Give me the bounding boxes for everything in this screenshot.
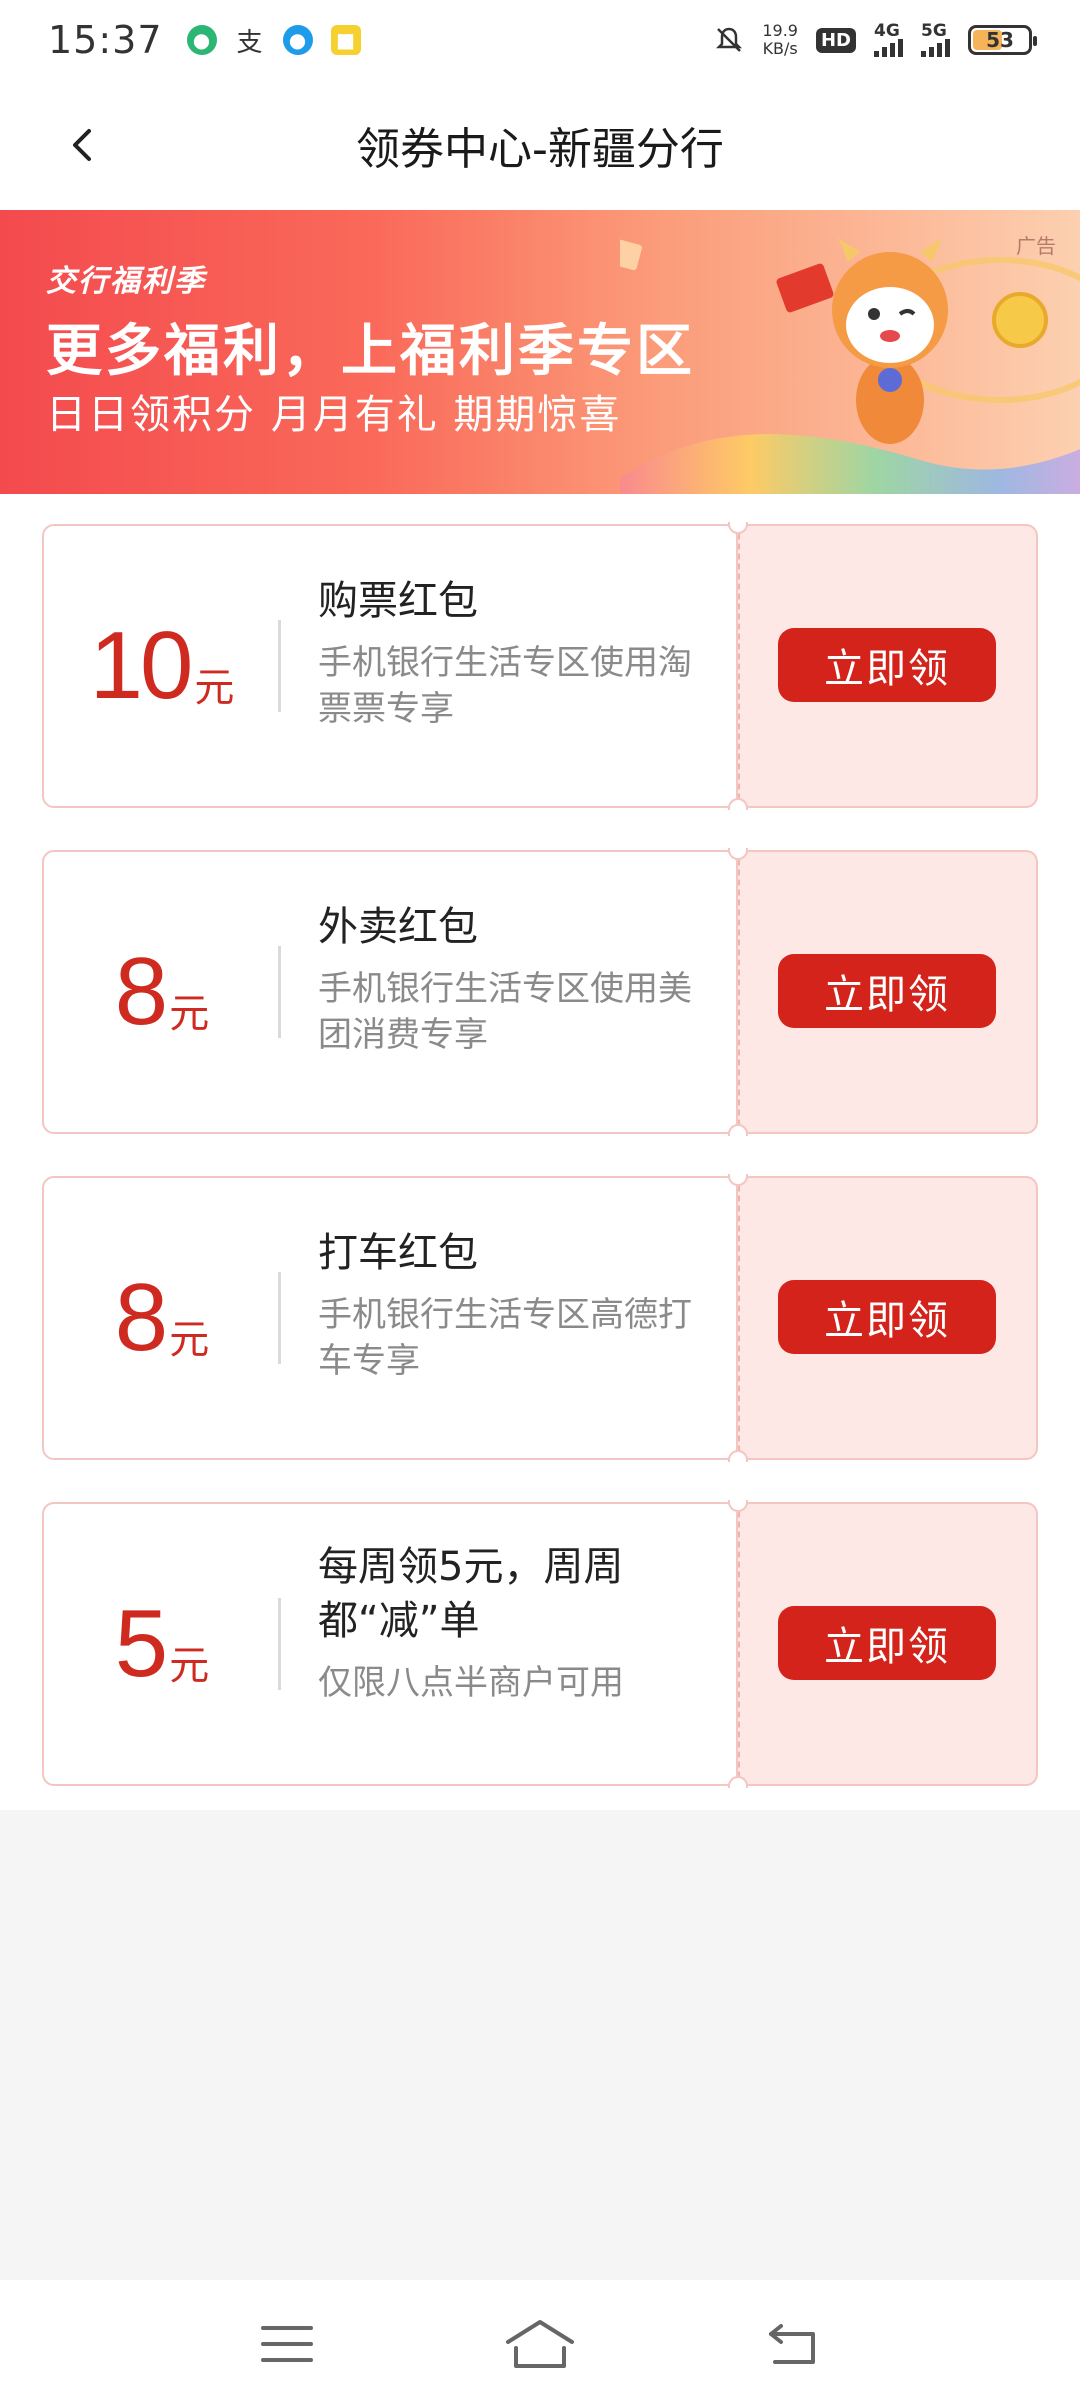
menu-button[interactable] — [247, 2304, 327, 2384]
coupon-card: 8 元 打车红包 手机银行生活专区高德打车专享 立即领 — [42, 1174, 1038, 1462]
status-indicators: 19.9 KB/s HD 4G 5G 53 — [714, 22, 1037, 58]
alipay-icon: 支 — [234, 25, 265, 58]
coupon-title: 外卖红包 — [318, 904, 478, 950]
coupon-amount-value: 8 — [114, 1264, 168, 1371]
app-notification-icon: ● — [282, 25, 313, 55]
network-speed-unit: KB/s — [762, 39, 798, 58]
coupon-details: 每周领5元，周周都“减”单 仅限八点半商户可用 — [318, 1540, 718, 1706]
coupon-description: 手机银行生活专区使用美团消费专享 — [318, 969, 692, 1055]
coupon-amount: 5 元 — [42, 1502, 282, 1786]
coupon-card: 5 元 每周领5元，周周都“减”单 仅限八点半商户可用 立即领 — [42, 1500, 1038, 1788]
battery-level: 53 — [986, 28, 1014, 52]
coupon-details: 外卖红包 手机银行生活专区使用美团消费专享 — [318, 900, 718, 1058]
app-notification-icon: ■ — [330, 25, 361, 55]
coupon-title: 每周领5元，周周都“减”单 — [318, 1544, 624, 1644]
banner-subtitle: 日日领积分 月月有礼 期期惊喜 — [46, 392, 622, 438]
coupon-amount-unit: 元 — [169, 1317, 210, 1363]
coupon-list: 10 元 购票红包 手机银行生活专区使用淘票票专享 立即领 8 元 外卖红包 手… — [0, 494, 1080, 1810]
coupon-description: 手机银行生活专区使用淘票票专享 — [318, 643, 692, 729]
return-button[interactable] — [753, 2304, 833, 2384]
coupon-details: 打车红包 手机银行生活专区高德打车专享 — [318, 1226, 718, 1384]
banner-brand: 交行福利季 — [46, 264, 206, 299]
coupon-title: 购票红包 — [318, 578, 478, 624]
nav-bar: 领券中心-新疆分行 — [0, 80, 1080, 210]
status-time: 15:37 — [48, 18, 163, 62]
page-title: 领券中心-新疆分行 — [356, 124, 724, 175]
app-notification-icon: ● — [186, 25, 217, 55]
home-button[interactable] — [500, 2304, 580, 2384]
coupon-amount-unit: 元 — [169, 991, 210, 1037]
coupon-amount-value: 8 — [114, 938, 168, 1045]
claim-button[interactable]: 立即领 — [778, 1606, 996, 1680]
status-bar: 15:37 ● 支 ● ■ 19.9 KB/s HD 4G 5G 53 — [0, 0, 1080, 80]
sim1-network-label: 4G — [874, 21, 900, 41]
menu-icon — [260, 2326, 313, 2362]
claim-button[interactable]: 立即领 — [778, 1280, 996, 1354]
coupon-divider — [278, 1272, 281, 1364]
coupon-card: 8 元 外卖红包 手机银行生活专区使用美团消费专享 立即领 — [42, 848, 1038, 1136]
coupon-card: 10 元 购票红包 手机银行生活专区使用淘票票专享 立即领 — [42, 522, 1038, 810]
coupon-amount-unit: 元 — [194, 665, 235, 711]
notification-icons: ● 支 ● ■ — [186, 25, 361, 58]
promo-banner[interactable]: 交行福利季 更多福利，上福利季专区 日日领积分 月月有礼 期期惊喜 广告 — [0, 210, 1080, 494]
coupon-title: 打车红包 — [318, 1230, 478, 1276]
coupon-amount: 8 元 — [42, 1176, 282, 1460]
ad-label: 广告 — [1016, 234, 1056, 258]
claim-button[interactable]: 立即领 — [778, 628, 996, 702]
back-arrow-icon — [73, 129, 91, 161]
system-nav-bar — [0, 2280, 1080, 2408]
network-speed: 19.9 KB/s — [762, 22, 798, 58]
coupon-amount-value: 5 — [114, 1590, 168, 1697]
claim-button[interactable]: 立即领 — [778, 954, 996, 1028]
coupon-amount: 8 元 — [42, 850, 282, 1134]
coupon-details: 购票红包 手机银行生活专区使用淘票票专享 — [318, 574, 718, 732]
signal-sim1-icon: 4G — [874, 23, 903, 57]
coupon-amount-unit: 元 — [169, 1643, 210, 1689]
mute-bell-icon — [716, 27, 743, 52]
banner-title: 更多福利，上福利季专区 — [46, 319, 695, 384]
return-icon — [769, 2324, 816, 2364]
sim2-network-label: 5G — [921, 21, 947, 41]
coupon-amount-value: 10 — [89, 612, 194, 719]
coupon-divider — [278, 1598, 281, 1690]
coupon-description: 仅限八点半商户可用 — [318, 1663, 624, 1703]
network-speed-value: 19.9 — [762, 21, 798, 40]
home-icon — [505, 2320, 574, 2368]
hd-icon: HD — [815, 27, 856, 53]
back-button[interactable] — [50, 112, 116, 178]
coupon-divider — [278, 620, 281, 712]
coupon-divider — [278, 946, 281, 1038]
coupon-amount: 10 元 — [42, 524, 282, 808]
coupon-description: 手机银行生活专区高德打车专享 — [318, 1295, 692, 1381]
signal-sim2-icon: 5G — [921, 23, 950, 57]
battery-icon: 53 — [968, 25, 1037, 55]
